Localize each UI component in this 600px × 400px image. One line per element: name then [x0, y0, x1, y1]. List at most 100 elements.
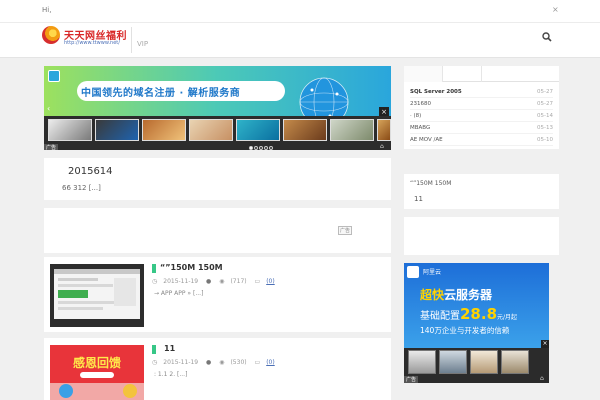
list-item-thumbnail[interactable]	[50, 264, 144, 327]
sidebar-ad-unit: 元/月起	[497, 314, 518, 321]
list-item: 感恩回馈 11 ◷ 2015-11-19 ● ◉ (530) ▭ (0) : 1.1 …	[44, 338, 391, 400]
list-item-title[interactable]: “”150M 150M	[160, 263, 223, 272]
sidebar-recent-item[interactable]: SQL Server 2005 05-27	[410, 86, 553, 98]
banner-thumbnail[interactable]	[283, 119, 327, 141]
sidebar-recent-item[interactable]: MBABG 05-13	[410, 122, 553, 134]
list-item: “”150M 150M ◷ 2015-11-19 ● ◉ (717) ▭ (0) → …	[44, 257, 391, 332]
banner-dot[interactable]	[254, 146, 258, 150]
top-bar: Hi, ×	[0, 0, 600, 22]
sidebar-ad-thumbnail[interactable]	[501, 350, 529, 374]
sidebar-empty-box	[404, 217, 559, 255]
site-url: http://www.ttwww.net/	[64, 40, 120, 46]
sidebar-ad[interactable]: 阿里云 超快云服务器 基础配置28.8元/月起 140万企业与开发者的信赖 × …	[404, 263, 549, 383]
home-icon[interactable]: ⌂	[380, 143, 384, 150]
post-excerpt: 66 312 [...]	[62, 184, 101, 192]
recent-item-date: 05-14	[537, 113, 553, 119]
list-item-meta: ◷ 2015-11-19 ● ◉ (530) ▭ (0)	[152, 359, 281, 366]
list-item-meta: ◷ 2015-11-19 ● ◉ (717) ▭ (0)	[152, 278, 281, 285]
recent-item-title[interactable]: SQL Server 2005	[410, 89, 462, 95]
list-item-date: 2015-11-19	[163, 278, 199, 285]
list-item-title[interactable]: 11	[164, 344, 175, 353]
promo-thumbnail-icon: 感恩回馈	[50, 345, 144, 400]
sidebar-ad-close-button[interactable]: ×	[541, 340, 549, 348]
banner-dot[interactable]	[269, 146, 273, 150]
popular-item-title[interactable]: 11	[414, 195, 423, 203]
sidebar-ad-highlight: 超快	[420, 288, 445, 302]
sidebar-tab[interactable]	[404, 66, 443, 82]
clock-icon: ◷	[152, 359, 158, 366]
topbar-close-button[interactable]: ×	[552, 5, 559, 14]
sidebar-ad-thumbnail[interactable]	[408, 350, 436, 374]
banner-pagination	[249, 144, 274, 150]
comment-icon: ▭	[254, 278, 261, 285]
author-icon: ●	[206, 359, 212, 366]
home-icon[interactable]: ⌂	[540, 375, 544, 382]
sidebar-ad-headline: 超快云服务器	[420, 286, 492, 303]
eye-icon: ◉	[219, 278, 225, 285]
sidebar-ad-headline-rest: 云服务器	[444, 288, 493, 302]
sidebar-tabs	[404, 66, 559, 82]
banner-dot[interactable]	[264, 146, 268, 150]
banner-dot[interactable]	[249, 146, 253, 150]
recent-item-date: 05-13	[537, 125, 553, 131]
ad-label: 广告	[44, 144, 59, 150]
recent-item-title[interactable]: MBABG	[410, 125, 430, 131]
recent-item-title[interactable]: · (8)	[410, 113, 421, 119]
banner-thumbnail[interactable]	[189, 119, 233, 141]
sidebar-popular-box: “”150M 150M 11	[404, 174, 559, 209]
banner-headline: 中国领先的域名注册 · 解析服务商	[81, 88, 241, 99]
popular-item-title[interactable]: “”150M 150M	[410, 180, 451, 187]
search-icon[interactable]	[542, 32, 552, 42]
site-logo-icon[interactable]	[42, 26, 60, 44]
list-item-views: (717)	[230, 278, 247, 285]
recent-item-title[interactable]: AE MOV /AE	[410, 137, 443, 143]
banner-thumbnail[interactable]	[377, 119, 391, 141]
item-marker-icon	[152, 345, 156, 354]
recent-item-date: 05-27	[537, 101, 553, 107]
recent-item-date: 05-10	[537, 137, 553, 143]
list-item-date: 2015-11-19	[163, 359, 199, 366]
header-divider	[131, 27, 132, 53]
screenshot-thumbnail-icon	[50, 264, 144, 327]
banner-badge-icon	[48, 70, 60, 82]
banner-dot[interactable]	[259, 146, 263, 150]
banner-thumbnail[interactable]	[48, 119, 92, 141]
sidebar-recent-item[interactable]: AE MOV /AE 05-10	[410, 134, 553, 146]
recent-item-title[interactable]: 231680	[410, 101, 431, 107]
sidebar-recent-item[interactable]: 231680 05-27	[410, 98, 553, 110]
nav-vip-link[interactable]: VIP	[137, 40, 148, 48]
post-card	[44, 158, 391, 200]
author-icon: ●	[206, 278, 212, 285]
list-item-views: (530)	[230, 359, 247, 366]
list-item-excerpt: : 1.1 2. [...]	[154, 371, 188, 378]
item-marker-icon	[152, 264, 156, 273]
banner-ad[interactable]: 中国领先的域名注册 · 解析服务商 ‹ × 广告 ⌂	[44, 66, 391, 150]
svg-text:感恩回馈: 感恩回馈	[73, 355, 121, 370]
comment-icon: ▭	[254, 359, 261, 366]
sidebar-ad-thumbnail[interactable]	[439, 350, 467, 374]
banner-thumbnail[interactable]	[95, 119, 139, 141]
list-item-comments[interactable]: (0)	[266, 278, 275, 285]
sidebar-ad-brand: 阿里云	[423, 269, 442, 276]
banner-thumbnail[interactable]	[142, 119, 186, 141]
banner-thumbnail[interactable]	[330, 119, 374, 141]
ad-label: 广告	[404, 376, 419, 383]
sidebar-recent-list: SQL Server 2005 05-27 231680 05-27 · (8) 05…	[404, 82, 559, 149]
sidebar-ad-price-line: 基础配置28.8元/月起	[420, 305, 517, 323]
list-item-comments[interactable]: (0)	[266, 359, 275, 366]
eye-icon: ◉	[219, 359, 225, 366]
sidebar-ad-thumbnail[interactable]	[470, 350, 498, 374]
banner-prev-icon[interactable]: ‹	[47, 104, 50, 113]
sidebar-ad-tagline: 140万企业与开发者的信赖	[420, 326, 510, 335]
list-item-excerpt: → APP APP » [...]	[154, 290, 204, 297]
recent-item-date: 05-27	[537, 89, 553, 95]
post-title[interactable]: 2015614	[68, 166, 113, 177]
aliyun-logo-icon	[407, 266, 419, 278]
banner-thumbnail[interactable]	[236, 119, 280, 141]
list-item-thumbnail[interactable]: 感恩回馈	[50, 345, 144, 400]
sidebar-tab[interactable]	[443, 66, 482, 82]
ad-tag: 广告	[338, 226, 353, 235]
greeting-text: Hi,	[42, 6, 52, 14]
clock-icon: ◷	[152, 278, 158, 285]
sidebar-recent-item[interactable]: · (8) 05-14	[410, 110, 553, 122]
